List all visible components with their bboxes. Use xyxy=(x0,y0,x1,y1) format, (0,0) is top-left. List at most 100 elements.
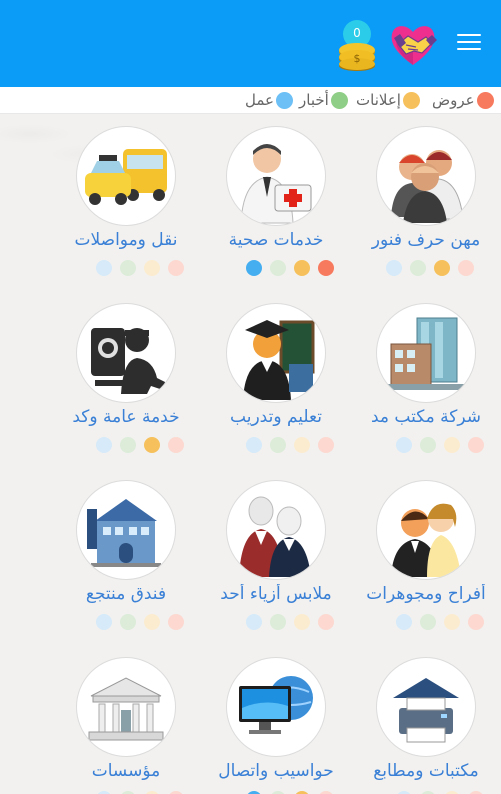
category-label: خدمات صحية xyxy=(228,230,324,250)
handshake-icon[interactable] xyxy=(388,21,438,67)
offers-dot xyxy=(168,437,184,453)
category-status-dots xyxy=(372,437,484,453)
category-label: شركة مكتب مد xyxy=(371,407,481,427)
news-dot xyxy=(120,437,136,453)
ads-dot xyxy=(144,614,160,630)
category-label: مهن حرف فنور xyxy=(371,230,481,250)
hotel-icon xyxy=(76,480,176,580)
ads-dot xyxy=(444,614,460,630)
svg-text:$: $ xyxy=(354,52,361,65)
legend-dot-icon xyxy=(275,91,293,109)
category-status-dots xyxy=(222,614,334,630)
news-dot xyxy=(270,437,286,453)
offers-dot xyxy=(318,614,334,630)
offers-dot xyxy=(168,614,184,630)
category-tile-company[interactable]: شركة مكتب مد xyxy=(351,291,501,461)
category-status-dots xyxy=(372,614,484,630)
jobs-dot xyxy=(396,437,412,453)
category-tile-public-service[interactable]: خدمة عامة وكد xyxy=(51,291,201,461)
jobs-dot xyxy=(386,260,402,276)
category-label: حواسيب واتصال xyxy=(218,761,334,781)
menu-icon[interactable] xyxy=(457,34,481,52)
category-label: ملابس أزياء أحد xyxy=(220,584,332,604)
offers-dot xyxy=(458,260,474,276)
legend-dot-icon xyxy=(476,91,494,109)
news-dot xyxy=(120,614,136,630)
institution-icon xyxy=(76,657,176,757)
legend-item-jobs[interactable]: عمل xyxy=(245,91,293,109)
legend-item-offers[interactable]: عروض xyxy=(432,91,494,109)
legend-dot-icon xyxy=(330,91,348,109)
news-dot xyxy=(270,614,286,630)
legend-bar: عروض إعلانات أخبار عمل xyxy=(0,87,501,114)
wedding-couple-icon xyxy=(376,480,476,580)
ads-dot xyxy=(294,260,310,276)
legend-label: عروض xyxy=(432,91,475,109)
office-building-icon xyxy=(376,303,476,403)
category-label: فندق منتجع xyxy=(85,584,167,604)
category-label: مكتبات ومطابع xyxy=(373,761,479,781)
news-dot xyxy=(120,260,136,276)
offers-dot xyxy=(468,437,484,453)
jobs-dot xyxy=(246,614,262,630)
category-tile-weddings[interactable]: أفراح ومجوهرات xyxy=(351,468,501,638)
ads-dot xyxy=(294,437,310,453)
category-tile-hotel[interactable]: فندق منتجع xyxy=(51,468,201,638)
category-grid: مهن حرف فنور خدمات صحية نقل ومواصلات شرك… xyxy=(0,114,501,794)
news-dot xyxy=(420,614,436,630)
category-tile-computers[interactable]: حواسيب واتصال xyxy=(201,645,351,794)
category-status-dots xyxy=(372,260,482,276)
category-status-dots xyxy=(222,437,334,453)
legend-item-ads[interactable]: إعلانات xyxy=(356,91,420,109)
ads-dot xyxy=(444,437,460,453)
fashion-icon xyxy=(226,480,326,580)
category-tile-crafts[interactable]: مهن حرف فنور xyxy=(351,114,501,284)
craftsmen-icon xyxy=(376,126,476,226)
legend-dot-icon xyxy=(402,91,420,109)
jobs-dot xyxy=(246,437,262,453)
coin-count: 0 xyxy=(353,26,361,40)
doctor-icon xyxy=(226,126,326,226)
offers-dot xyxy=(168,260,184,276)
legend-label: عمل xyxy=(245,91,274,109)
category-status-dots xyxy=(72,437,184,453)
computer-icon xyxy=(226,657,326,757)
category-label: أفراح ومجوهرات xyxy=(366,584,486,604)
category-tile-libraries[interactable]: مكتبات ومطابع xyxy=(351,645,501,794)
news-dot xyxy=(420,437,436,453)
repair-service-icon xyxy=(76,303,176,403)
news-dot xyxy=(270,260,286,276)
ads-dot xyxy=(434,260,450,276)
category-tile-education[interactable]: تعليم وتدريب xyxy=(201,291,351,461)
ads-dot xyxy=(144,437,160,453)
ads-dot xyxy=(144,260,160,276)
category-tile-transport[interactable]: نقل ومواصلات xyxy=(51,114,201,284)
jobs-dot xyxy=(96,260,112,276)
jobs-dot xyxy=(396,614,412,630)
category-label: مؤسسات xyxy=(91,761,161,781)
app-header: $ 0 xyxy=(0,0,501,87)
legend-item-news[interactable]: أخبار xyxy=(299,91,348,109)
category-status-dots xyxy=(222,260,334,276)
offers-dot xyxy=(318,260,334,276)
printer-icon xyxy=(376,657,476,757)
category-status-dots xyxy=(72,614,184,630)
category-label: نقل ومواصلات xyxy=(74,230,178,250)
category-label: تعليم وتدريب xyxy=(230,407,322,427)
offers-dot xyxy=(468,614,484,630)
legend-label: إعلانات xyxy=(356,91,401,109)
jobs-dot xyxy=(96,437,112,453)
category-tile-institutions[interactable]: مؤسسات xyxy=(51,645,201,794)
category-label: خدمة عامة وكد xyxy=(72,407,180,427)
legend-label: أخبار xyxy=(299,91,329,109)
ads-dot xyxy=(294,614,310,630)
jobs-dot xyxy=(96,614,112,630)
offers-dot xyxy=(318,437,334,453)
news-dot xyxy=(410,260,426,276)
category-tile-fashion[interactable]: ملابس أزياء أحد xyxy=(201,468,351,638)
taxi-icon xyxy=(76,126,176,226)
category-tile-health[interactable]: خدمات صحية xyxy=(201,114,351,284)
category-status-dots xyxy=(72,260,184,276)
jobs-dot xyxy=(246,260,262,276)
graduate-icon xyxy=(226,303,326,403)
